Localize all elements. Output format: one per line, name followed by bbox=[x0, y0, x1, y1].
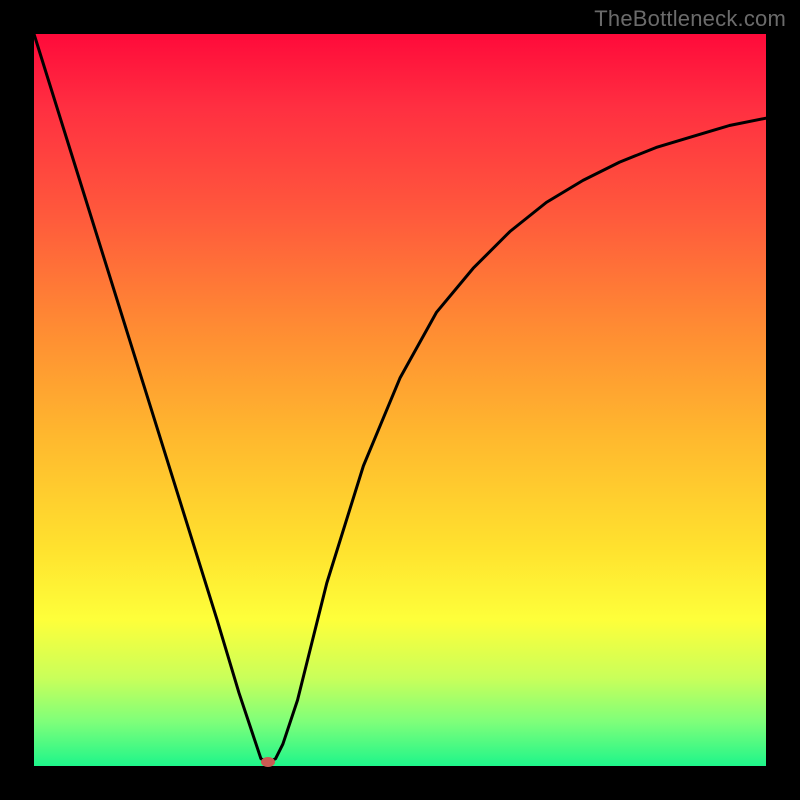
chart-frame: TheBottleneck.com bbox=[0, 0, 800, 800]
plot-area bbox=[34, 34, 766, 766]
bottleneck-curve bbox=[34, 34, 766, 766]
optimum-marker bbox=[261, 757, 275, 767]
watermark-text: TheBottleneck.com bbox=[594, 6, 786, 32]
